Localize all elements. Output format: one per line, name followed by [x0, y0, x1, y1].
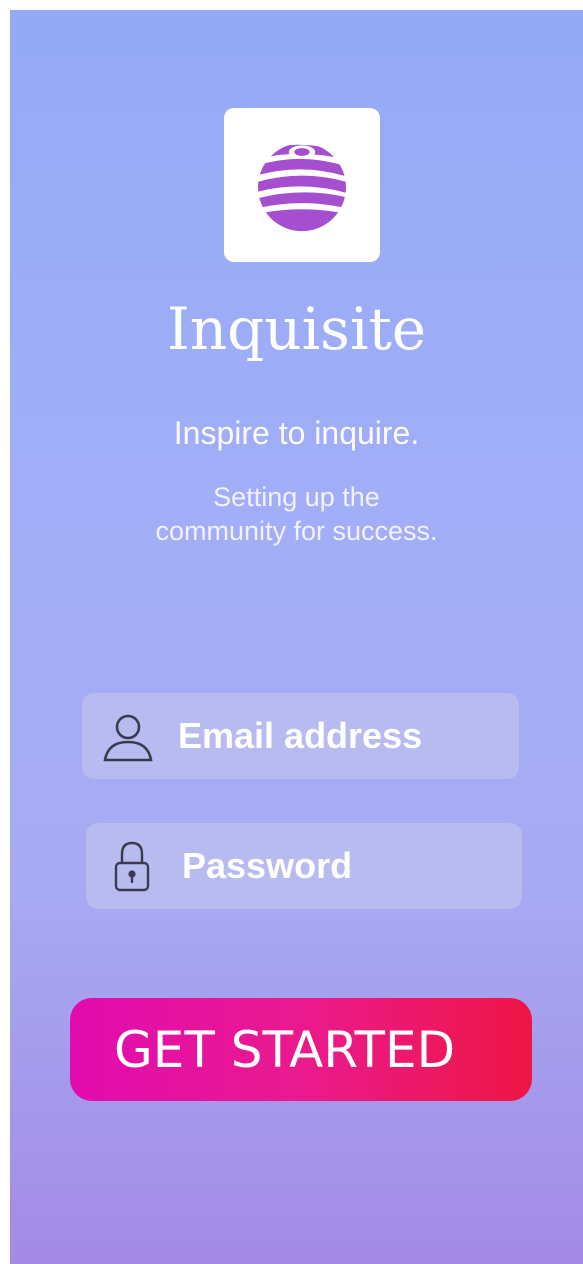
password-field-container[interactable]: [86, 823, 522, 909]
subtitle-line: Setting up the: [213, 482, 380, 512]
lock-icon: [102, 836, 162, 896]
password-input[interactable]: [182, 845, 502, 887]
globe-logo-icon: [258, 144, 346, 232]
app-subtitle: Setting up the community for success.: [10, 480, 583, 548]
email-field-container[interactable]: [82, 693, 519, 779]
get-started-button[interactable]: GET STARTED: [70, 998, 532, 1101]
app-tagline: Inspire to inquire.: [173, 415, 420, 451]
subtitle-line: community for success.: [155, 516, 438, 546]
email-input[interactable]: [178, 715, 498, 757]
welcome-screen: Inquisite Inspire to inquire. Setting up…: [10, 10, 583, 1264]
user-icon: [98, 706, 158, 766]
app-logo: [224, 108, 380, 262]
app-title: Inquisite: [166, 295, 427, 363]
